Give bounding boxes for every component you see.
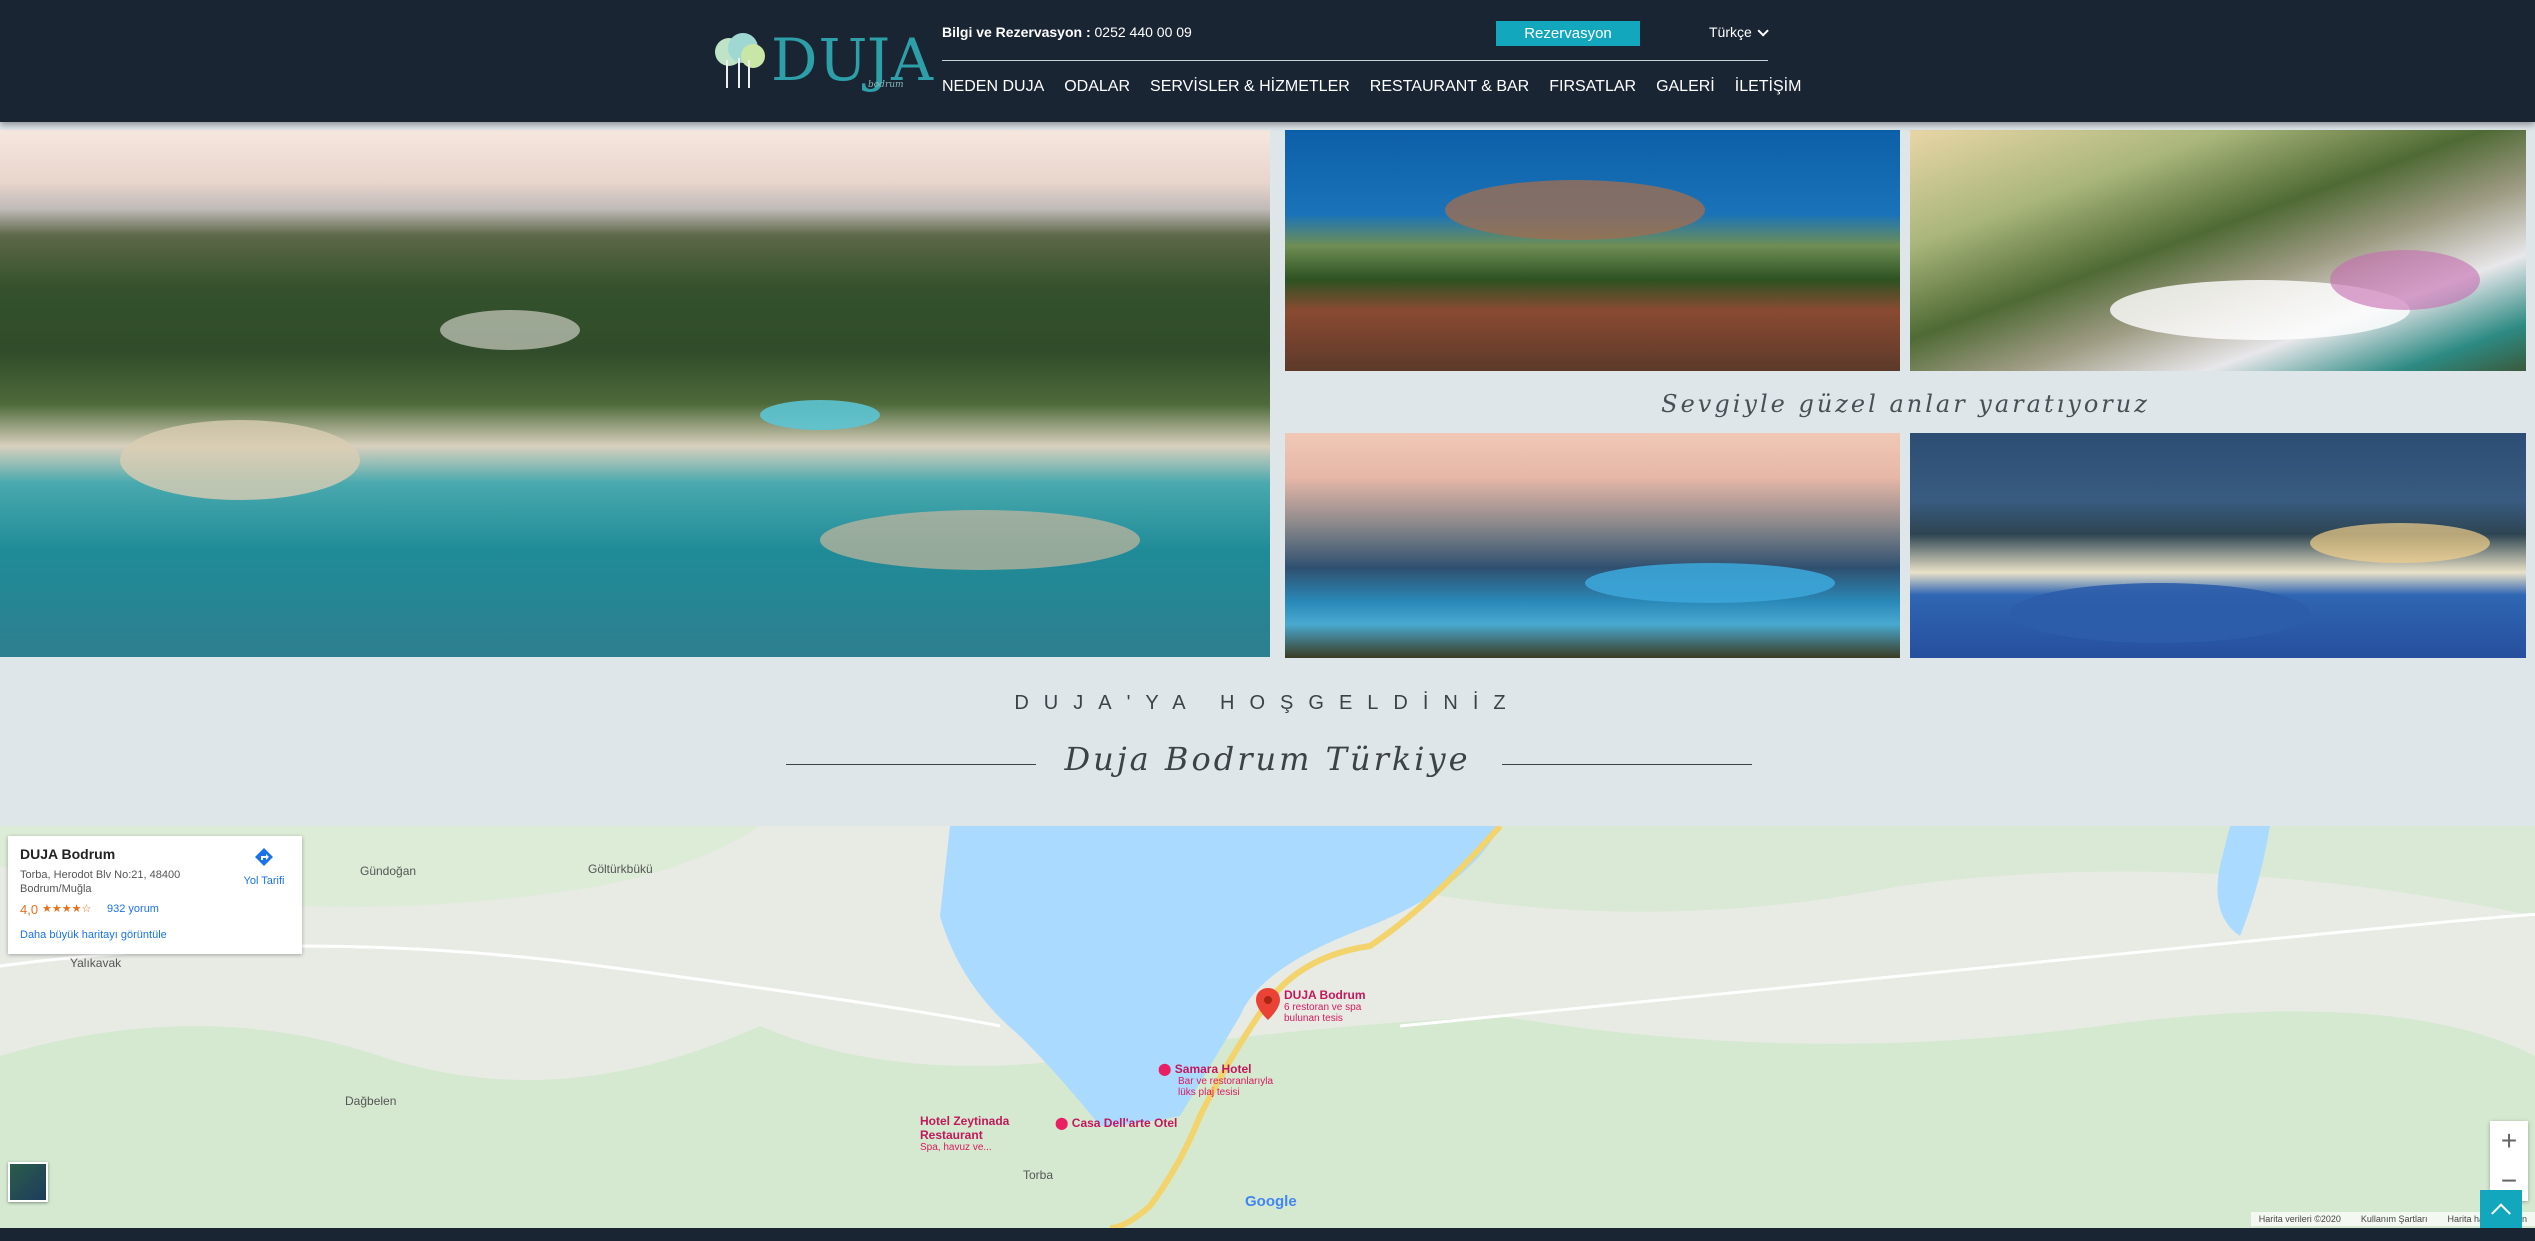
welcome-title: DUJA'YA HOŞGELDİNİZ [1014,692,1521,714]
map-poi-samara-hotel[interactable]: ⬤ Samara Hotel Bar ve restoranlarıyla lü… [1158,1062,1288,1098]
view-larger-map-link[interactable]: Daha büyük haritayı görüntüle [20,929,167,941]
map-place-gundogan: Gündoğan [360,864,417,878]
map-data-credit: Harita verileri ©2020 [2258,1214,2341,1224]
place-card-stars: ★★★★☆ [42,903,92,915]
google-logo-text: Google [1245,1193,1297,1210]
chevron-down-icon [1757,25,1769,37]
hotel-icon: ⬤ [1158,1062,1172,1076]
zoom-in-button[interactable]: + [2490,1121,2528,1161]
google-logo: Google [1245,1193,1297,1210]
language-selector[interactable]: Türkçe [1709,24,1769,40]
poi-casa-name: Casa Dell'arte Otel [1071,1116,1178,1130]
info-label: Bilgi ve Rezervasyon : [942,24,1091,40]
map-place-torba: Torba [1023,1168,1054,1182]
poi-duja-name: DUJA Bodrum [1284,988,1366,1002]
poi-zeytinada-name: Hotel Zeytinada Restaurant [920,1114,1010,1142]
tree-logo-icon [715,33,765,88]
google-map[interactable]: Gündoğan Göltürkbükü Yalıkavak Dağbelen … [0,826,2535,1228]
place-card-name: DUJA Bodrum [20,846,116,862]
hotel-icon: ⬤ [1055,1116,1069,1130]
map-zoom-control: + − [2490,1121,2528,1201]
map-place-yalikavak: Yalıkavak [70,956,122,970]
directions-button[interactable]: Yol Tarifi [234,846,294,887]
logo-subtext: bodrum [868,80,904,90]
nav-neden-duja[interactable]: NEDEN DUJA [942,78,1044,96]
map-poi-duja-bodrum[interactable]: DUJA Bodrum 6 restoran ve spa bulunan te… [1256,988,1379,1024]
gallery-photo-night-pool[interactable] [1910,433,2526,658]
nav-firsatlar[interactable]: FIRSATLAR [1549,78,1636,96]
directions-label: Yol Tarifi [243,875,285,887]
logo-text: DUJA [771,26,934,94]
map-poi-casa-dellarte[interactable]: ⬤ Casa Dell'arte Otel [1055,1116,1177,1130]
hero-photo-resort-aerial[interactable] [0,130,1270,657]
directions-icon [255,848,273,866]
gallery-photo-terrace[interactable] [1910,130,2526,371]
map-pin-icon [1256,988,1280,1020]
gallery-photo-pier[interactable] [1285,130,1900,371]
welcome-line-right [1502,764,1752,765]
gallery-tagline: Sevgiyle güzel anlar yaratıyoruz [1661,390,2150,418]
welcome-subtitle: Duja Bodrum Türkiye [1064,740,1471,778]
footer-bar [0,1228,2535,1241]
poi-samara-desc: Bar ve restoranlarıyla lüks plaj tesisi [1178,1076,1274,1098]
map-place-golturkbuku: Göltürkbükü [588,862,653,876]
language-label: Türkçe [1709,24,1752,40]
reservation-button[interactable]: Rezervasyon [1496,21,1640,46]
header-divider [942,60,1768,61]
place-card-rating: 4,0 [20,902,39,917]
duja-logo[interactable]: DUJA bodrum [713,26,933,94]
nav-galeri[interactable]: GALERİ [1656,78,1715,96]
chevron-up-icon [2491,1203,2511,1224]
nav-iletisim[interactable]: İLETİŞİM [1735,78,1802,96]
map-poi-zeytinada[interactable]: Hotel Zeytinada Restaurant Spa, havuz ve… [920,1114,1040,1153]
map-place-dagbelen: Dağbelen [345,1094,397,1108]
poi-samara-name: Samara Hotel [1174,1062,1252,1076]
satellite-layer-toggle[interactable] [8,1162,48,1202]
nav-odalar[interactable]: ODALAR [1064,78,1130,96]
place-card-reviews-link[interactable]: 932 yorum [107,903,159,915]
map-terms-link[interactable]: Kullanım Şartları [2361,1214,2428,1224]
site-header: DUJA bodrum Bilgi ve Rezervasyon : 0252 … [0,0,2535,122]
map-canvas [0,826,2535,1228]
nav-servisler[interactable]: SERVİSLER & HİZMETLER [1150,78,1350,96]
poi-duja-desc: 6 restoran ve spa bulunan tesis [1284,1002,1362,1024]
place-card-address: Torba, Herodot Blv No:21, 48400 Bodrum/M… [20,869,181,895]
gallery-photo-sunset-pool[interactable] [1285,433,1900,658]
info-reservation: Bilgi ve Rezervasyon : 0252 440 00 09 [942,24,1192,40]
info-phone[interactable]: 0252 440 00 09 [1095,24,1192,40]
main-nav: NEDEN DUJA ODALAR SERVİSLER & HİZMETLER … [942,78,1821,96]
poi-zeytinada-desc: Spa, havuz ve... [920,1142,992,1153]
nav-restaurant-bar[interactable]: RESTAURANT & BAR [1370,78,1529,96]
map-place-card: DUJA Bodrum Torba, Herodot Blv No:21, 48… [8,836,302,954]
scroll-to-top-button[interactable] [2480,1190,2522,1228]
